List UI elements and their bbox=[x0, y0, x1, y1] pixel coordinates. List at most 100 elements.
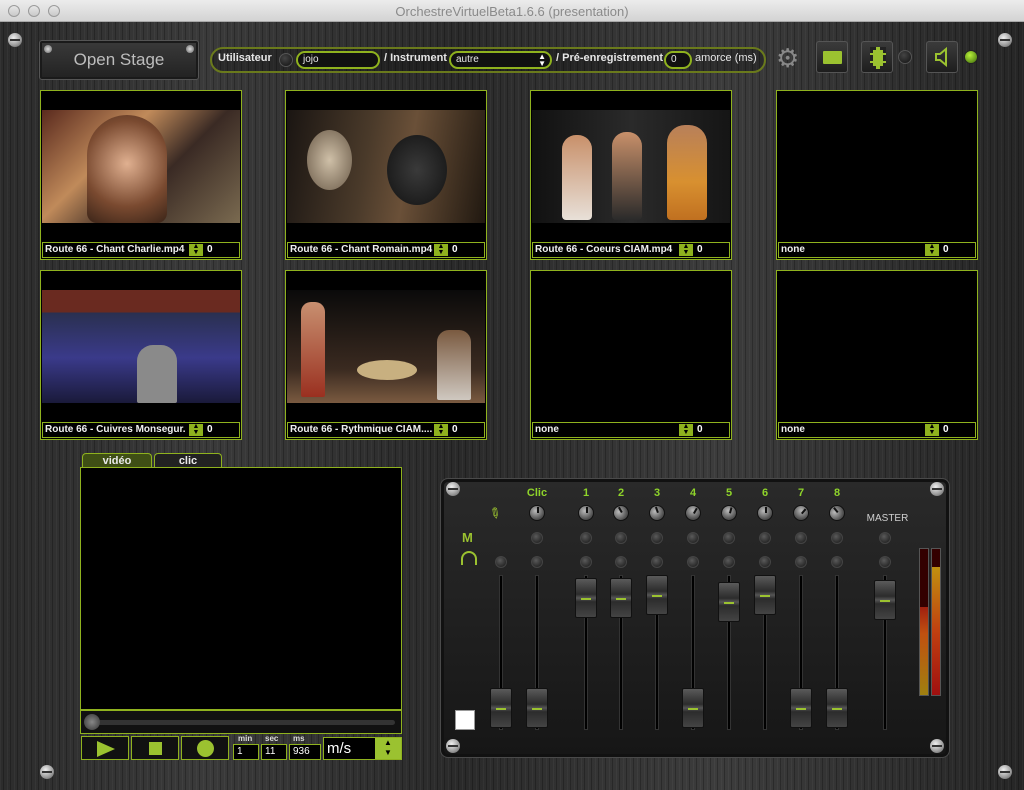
timeline-handle[interactable] bbox=[84, 714, 100, 730]
fader-6[interactable] bbox=[754, 575, 776, 615]
track-select-arrows-icon[interactable]: ▲ ▼ bbox=[925, 243, 939, 256]
fader-5[interactable] bbox=[718, 582, 740, 622]
solo-button-4[interactable] bbox=[687, 556, 699, 568]
solo-button-5[interactable] bbox=[723, 556, 735, 568]
mute-button-3[interactable] bbox=[651, 532, 663, 544]
fader-1[interactable] bbox=[575, 578, 597, 618]
video-track-selector[interactable]: Route 66 - Coeurs CIAM.mp4 ▲ ▼ 0 bbox=[532, 242, 730, 258]
video-offset-field[interactable]: 0 bbox=[207, 423, 237, 437]
record-arm-checkbox[interactable] bbox=[455, 710, 475, 730]
video-track-selector[interactable]: Route 66 - Cuivres Monsegur. ▲ ▼ 0 bbox=[42, 422, 240, 438]
fader-4[interactable] bbox=[682, 688, 704, 728]
fader-8[interactable] bbox=[826, 688, 848, 728]
minutes-field[interactable]: 1 bbox=[233, 744, 259, 760]
tab-video[interactable]: vidéo bbox=[82, 453, 152, 468]
solo-button-1[interactable] bbox=[580, 556, 592, 568]
fader-3[interactable] bbox=[646, 575, 668, 615]
video-track-selector[interactable]: Route 66 - Rythmique CIAM.... ▲ ▼ 0 bbox=[287, 422, 485, 438]
folder-icon bbox=[823, 51, 842, 64]
video-status-led-icon bbox=[898, 50, 912, 64]
solo-button-click[interactable] bbox=[531, 556, 543, 568]
pan-knob-6[interactable] bbox=[757, 505, 773, 521]
play-button[interactable] bbox=[81, 736, 129, 760]
mute-button-click[interactable] bbox=[531, 532, 543, 544]
fader-click[interactable] bbox=[526, 688, 548, 728]
solo-button-3[interactable] bbox=[651, 556, 663, 568]
video-offset-field[interactable]: 0 bbox=[943, 423, 973, 437]
mute-button-master[interactable] bbox=[879, 532, 891, 544]
seconds-field[interactable]: 11 bbox=[261, 744, 287, 760]
mute-button-6[interactable] bbox=[759, 532, 771, 544]
video-track-selector[interactable]: Route 66 - Chant Charlie.mp4 ▲ ▼ 0 bbox=[42, 242, 240, 258]
prerecording-field[interactable]: 0 bbox=[664, 51, 692, 69]
video-track-selector[interactable]: none ▲ ▼ 0 bbox=[778, 422, 976, 438]
sound-toggle-button[interactable] bbox=[926, 41, 958, 73]
fader-mic[interactable] bbox=[490, 688, 512, 728]
video-slot-4[interactable]: none ▲ ▼ 0 bbox=[776, 90, 978, 260]
video-slot-6[interactable]: Route 66 - Rythmique CIAM.... ▲ ▼ 0 bbox=[285, 270, 487, 440]
video-frame bbox=[42, 290, 240, 403]
solo-button-8[interactable] bbox=[831, 556, 843, 568]
channel-label-4: 4 bbox=[689, 487, 697, 499]
video-slot-2[interactable]: Route 66 - Chant Romain.mp4 ▲ ▼ 0 bbox=[285, 90, 487, 260]
track-select-arrows-icon[interactable]: ▲ ▼ bbox=[679, 423, 693, 436]
track-select-arrows-icon[interactable]: ▲ ▼ bbox=[189, 423, 203, 436]
milliseconds-field[interactable]: 936 bbox=[289, 744, 321, 760]
solo-button-7[interactable] bbox=[795, 556, 807, 568]
vu-meter-level bbox=[920, 607, 928, 695]
instrument-select[interactable]: autre ▲ ▼ bbox=[449, 51, 552, 69]
solo-button-mic[interactable] bbox=[495, 556, 507, 568]
video-offset-field[interactable]: 0 bbox=[943, 243, 973, 257]
track-select-arrows-icon[interactable]: ▲ ▼ bbox=[434, 423, 448, 436]
solo-button-2[interactable] bbox=[615, 556, 627, 568]
video-track-selector[interactable]: none ▲ ▼ 0 bbox=[778, 242, 976, 258]
fader-master[interactable] bbox=[874, 580, 896, 620]
mute-button-2[interactable] bbox=[615, 532, 627, 544]
video-track-selector[interactable]: Route 66 - Chant Romain.mp4 ▲ ▼ 0 bbox=[287, 242, 485, 258]
mute-button-4[interactable] bbox=[687, 532, 699, 544]
gear-icon[interactable]: ⚙ bbox=[776, 45, 802, 71]
tab-click[interactable]: clic bbox=[154, 453, 222, 468]
mute-button-7[interactable] bbox=[795, 532, 807, 544]
track-select-arrows-icon[interactable]: ▲ ▼ bbox=[925, 423, 939, 436]
track-select-arrows-icon[interactable]: ▲ ▼ bbox=[189, 243, 203, 256]
time-unit-select[interactable]: m/s ▲ ▼ bbox=[323, 737, 402, 760]
pan-knob-click[interactable] bbox=[529, 505, 545, 521]
screw-icon bbox=[930, 482, 944, 496]
mute-button-8[interactable] bbox=[831, 532, 843, 544]
video-slot-3[interactable]: Route 66 - Coeurs CIAM.mp4 ▲ ▼ 0 bbox=[530, 90, 732, 260]
video-slot-8[interactable]: none ▲ ▼ 0 bbox=[776, 270, 978, 440]
window-title: OrchestreVirtuelBeta1.6.6 (presentation) bbox=[395, 4, 629, 19]
video-offset-field[interactable]: 0 bbox=[452, 243, 482, 257]
open-folder-button[interactable] bbox=[816, 41, 848, 73]
video-track-selector[interactable]: none ▲ ▼ 0 bbox=[532, 422, 730, 438]
video-slot-5[interactable]: Route 66 - Cuivres Monsegur. ▲ ▼ 0 bbox=[40, 270, 242, 440]
solo-button-master[interactable] bbox=[879, 556, 891, 568]
record-button[interactable] bbox=[181, 736, 229, 760]
pan-knob-1[interactable] bbox=[578, 505, 594, 521]
timeline-scrubber[interactable] bbox=[80, 710, 402, 734]
video-offset-field[interactable]: 0 bbox=[697, 243, 727, 257]
open-stage-button[interactable]: Open Stage bbox=[39, 40, 199, 80]
video-slot-1[interactable]: Route 66 - Chant Charlie.mp4 ▲ ▼ 0 bbox=[40, 90, 242, 260]
select-arrows-icon: ▲ ▼ bbox=[375, 738, 401, 759]
fader-2[interactable] bbox=[610, 578, 632, 618]
user-label: Utilisateur bbox=[218, 52, 272, 64]
stop-button[interactable] bbox=[131, 736, 179, 760]
video-offset-field[interactable]: 0 bbox=[697, 423, 727, 437]
amorce-label: amorce (ms) bbox=[695, 52, 757, 64]
track-select-arrows-icon[interactable]: ▲ ▼ bbox=[679, 243, 693, 256]
video-offset-field[interactable]: 0 bbox=[452, 423, 482, 437]
video-slot-7[interactable]: none ▲ ▼ 0 bbox=[530, 270, 732, 440]
mute-button-1[interactable] bbox=[580, 532, 592, 544]
video-toggle-button[interactable] bbox=[861, 41, 893, 73]
video-track-name: Route 66 - Rythmique CIAM.... bbox=[290, 424, 433, 435]
video-offset-field[interactable]: 0 bbox=[207, 243, 237, 257]
solo-button-6[interactable] bbox=[759, 556, 771, 568]
screw-icon bbox=[44, 45, 52, 53]
fader-7[interactable] bbox=[790, 688, 812, 728]
track-select-arrows-icon[interactable]: ▲ ▼ bbox=[434, 243, 448, 256]
user-field[interactable]: jojo bbox=[296, 51, 380, 69]
mute-button-5[interactable] bbox=[723, 532, 735, 544]
video-frame bbox=[287, 110, 485, 223]
